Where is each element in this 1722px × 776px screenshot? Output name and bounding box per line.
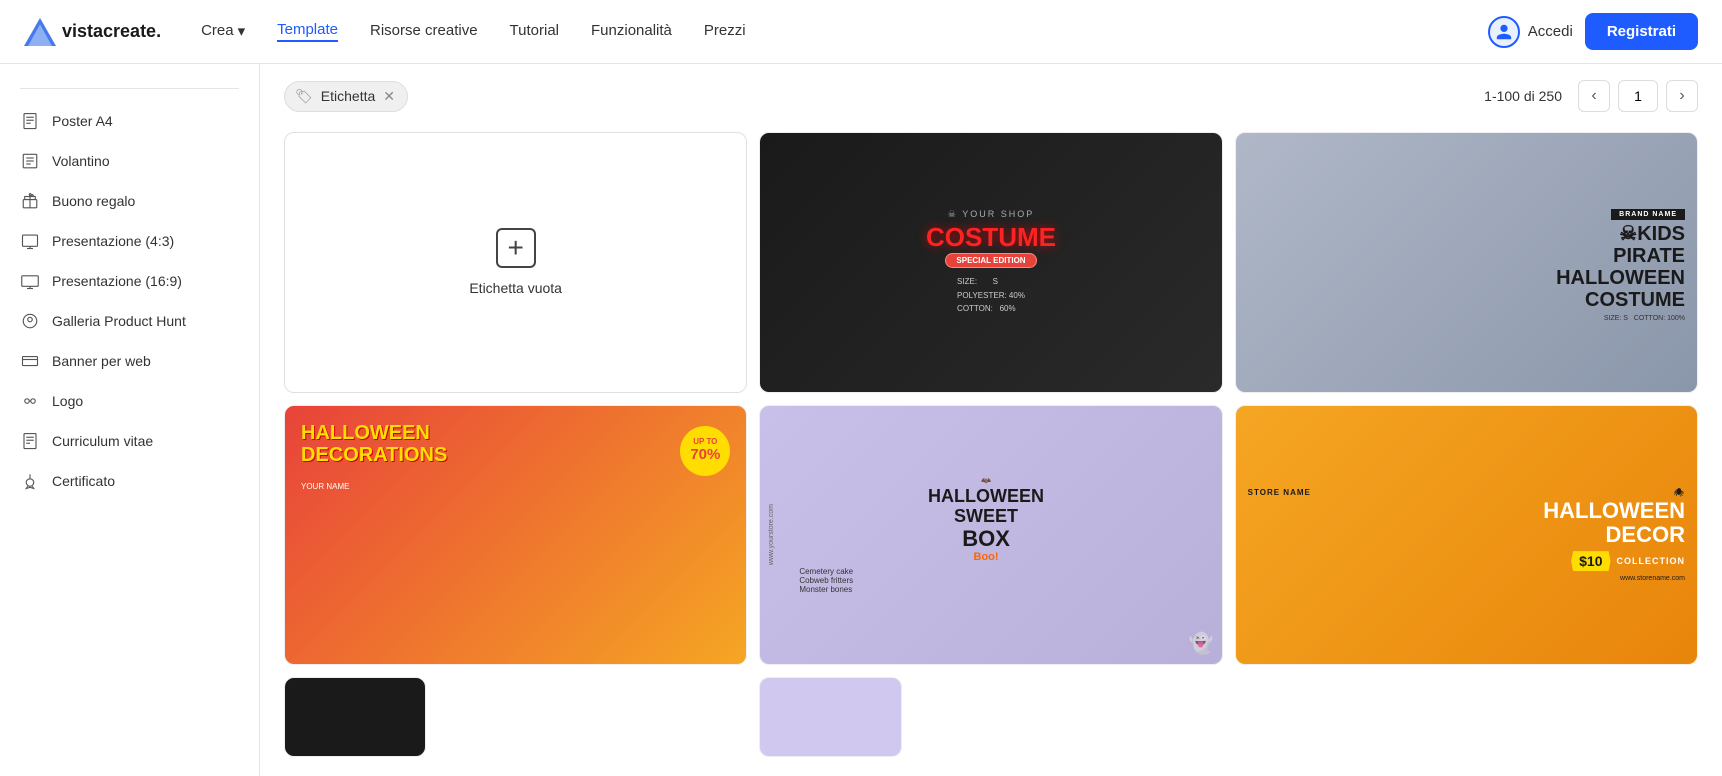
logo[interactable]: vistacreate.	[24, 18, 161, 46]
logo-icon	[24, 18, 56, 46]
pagination-info: 1-100 di 250	[1484, 88, 1562, 104]
filter-tags: 🏷 Etichetta ✕	[284, 81, 408, 112]
main-content: 🏷 Etichetta ✕ 1-100 di 250 ‹ › + Etichet…	[260, 64, 1722, 776]
sidebar-label-cv: Curriculum vitae	[52, 433, 153, 449]
sidebar-label-presentazione-43: Presentazione (4:3)	[52, 233, 174, 249]
card-overlay-pirate: BRAND NAME ☠KIDSPIRATEHALLOWEENCOSTUME S…	[1236, 133, 1697, 392]
nav-tutorial[interactable]: Tutorial	[510, 22, 559, 41]
pagination-page-input[interactable]	[1618, 80, 1658, 112]
poster-icon	[20, 111, 40, 131]
sidebar-label-certificato: Certificato	[52, 473, 115, 489]
tag-icon: 🏷	[295, 88, 313, 105]
page-layout: Poster A4 Volantino Buono regalo Present…	[0, 64, 1722, 776]
sidebar-label-logo: Logo	[52, 393, 83, 409]
nav-prezzi[interactable]: Prezzi	[704, 22, 746, 41]
sidebar: Poster A4 Volantino Buono regalo Present…	[0, 64, 260, 776]
card-overlay-deco: HALLOWEENDECORATIONS YOUR NAME UP TO 70%	[285, 406, 746, 665]
sidebar-label-presentazione-169: Presentazione (16:9)	[52, 273, 182, 289]
presentation-169-icon	[20, 271, 40, 291]
filter-tag-close-button[interactable]: ✕	[383, 89, 395, 103]
sidebar-label-banner: Banner per web	[52, 353, 151, 369]
pagination-next-button[interactable]: ›	[1666, 80, 1698, 112]
card-overlay-sweet: www.yourstore.com 🦇 HALLOWEENSWEETBOX Bo…	[760, 406, 1221, 665]
template-card-bottom-lavender[interactable]	[759, 677, 901, 757]
sidebar-label-poster-a4: Poster A4	[52, 113, 113, 129]
sidebar-item-volantino[interactable]: Volantino	[0, 141, 259, 181]
gift-icon	[20, 191, 40, 211]
empty-card-label: Etichetta vuota	[469, 280, 562, 296]
template-card-pirate[interactable]: BRAND NAME ☠KIDSPIRATEHALLOWEENCOSTUME S…	[1235, 132, 1698, 393]
accedi-button[interactable]: Accedi	[1488, 16, 1573, 48]
empty-template-card[interactable]: + Etichetta vuota	[284, 132, 747, 393]
card-overlay: ☠ YOUR SHOP COSTUME SPECIAL EDITION SIZE…	[760, 133, 1221, 392]
avatar	[1488, 16, 1520, 48]
nav-risorse[interactable]: Risorse creative	[370, 22, 478, 41]
filter-bar: 🏷 Etichetta ✕ 1-100 di 250 ‹ ›	[284, 80, 1698, 112]
sidebar-item-buono-regalo[interactable]: Buono regalo	[0, 181, 259, 221]
pagination: 1-100 di 250 ‹ ›	[1484, 80, 1698, 112]
sidebar-label-galleria: Galleria Product Hunt	[52, 313, 186, 329]
sidebar-label-buono-regalo: Buono regalo	[52, 193, 135, 209]
template-card-halloween-deco[interactable]: HALLOWEENDECORATIONS YOUR NAME UP TO 70%	[284, 405, 747, 666]
sidebar-item-presentazione-43[interactable]: Presentazione (4:3)	[0, 221, 259, 261]
template-card-decor-orange[interactable]: STORE NAME🕷 HALLOWEENDECOR $10 COLLECTIO…	[1235, 405, 1698, 666]
nav-template[interactable]: Template	[277, 21, 338, 42]
flyer-icon	[20, 151, 40, 171]
sidebar-item-curriculum-vitae[interactable]: Curriculum vitae	[0, 421, 259, 461]
registrati-button[interactable]: Registrati	[1585, 13, 1698, 50]
dropdown-arrow-icon: ▾	[238, 22, 246, 40]
sidebar-item-logo[interactable]: Logo	[0, 381, 259, 421]
gallery-icon	[20, 311, 40, 331]
sidebar-item-banner-web[interactable]: Banner per web	[0, 341, 259, 381]
sidebar-item-poster-a4[interactable]: Poster A4	[0, 101, 259, 141]
template-grid: + Etichetta vuota ☠ YOUR SHOP COSTUME SP…	[284, 132, 1698, 757]
filter-tag-label: Etichetta	[321, 88, 375, 104]
banner-icon	[20, 351, 40, 371]
presentation-43-icon	[20, 231, 40, 251]
header: vistacreate. Crea ▾ Template Risorse cre…	[0, 0, 1722, 64]
card-overlay-decor-orange: STORE NAME🕷 HALLOWEENDECOR $10 COLLECTIO…	[1236, 406, 1697, 665]
pagination-prev-button[interactable]: ‹	[1578, 80, 1610, 112]
template-card-sweet-box[interactable]: www.yourstore.com 🦇 HALLOWEENSWEETBOX Bo…	[759, 405, 1222, 666]
sidebar-item-galleria-product-hunt[interactable]: Galleria Product Hunt	[0, 301, 259, 341]
add-template-icon: +	[496, 228, 536, 268]
sidebar-label-volantino: Volantino	[52, 153, 110, 169]
template-card-costume[interactable]: ☠ YOUR SHOP COSTUME SPECIAL EDITION SIZE…	[759, 132, 1222, 393]
header-right: Accedi Registrati	[1488, 13, 1698, 50]
main-nav: Crea ▾ Template Risorse creative Tutoria…	[201, 21, 1488, 42]
sidebar-item-presentazione-169[interactable]: Presentazione (16:9)	[0, 261, 259, 301]
template-card-bottom-dark[interactable]	[284, 677, 426, 757]
sidebar-item-certificato[interactable]: Certificato	[0, 461, 259, 501]
nav-crea[interactable]: Crea ▾	[201, 22, 245, 42]
logo-text: vistacreate.	[62, 21, 161, 42]
cv-icon	[20, 431, 40, 451]
nav-funzionalita[interactable]: Funzionalità	[591, 22, 672, 41]
filter-tag-etichetta[interactable]: 🏷 Etichetta ✕	[284, 81, 408, 112]
certificate-icon	[20, 471, 40, 491]
sidebar-divider	[20, 88, 239, 89]
logo-sidebar-icon	[20, 391, 40, 411]
